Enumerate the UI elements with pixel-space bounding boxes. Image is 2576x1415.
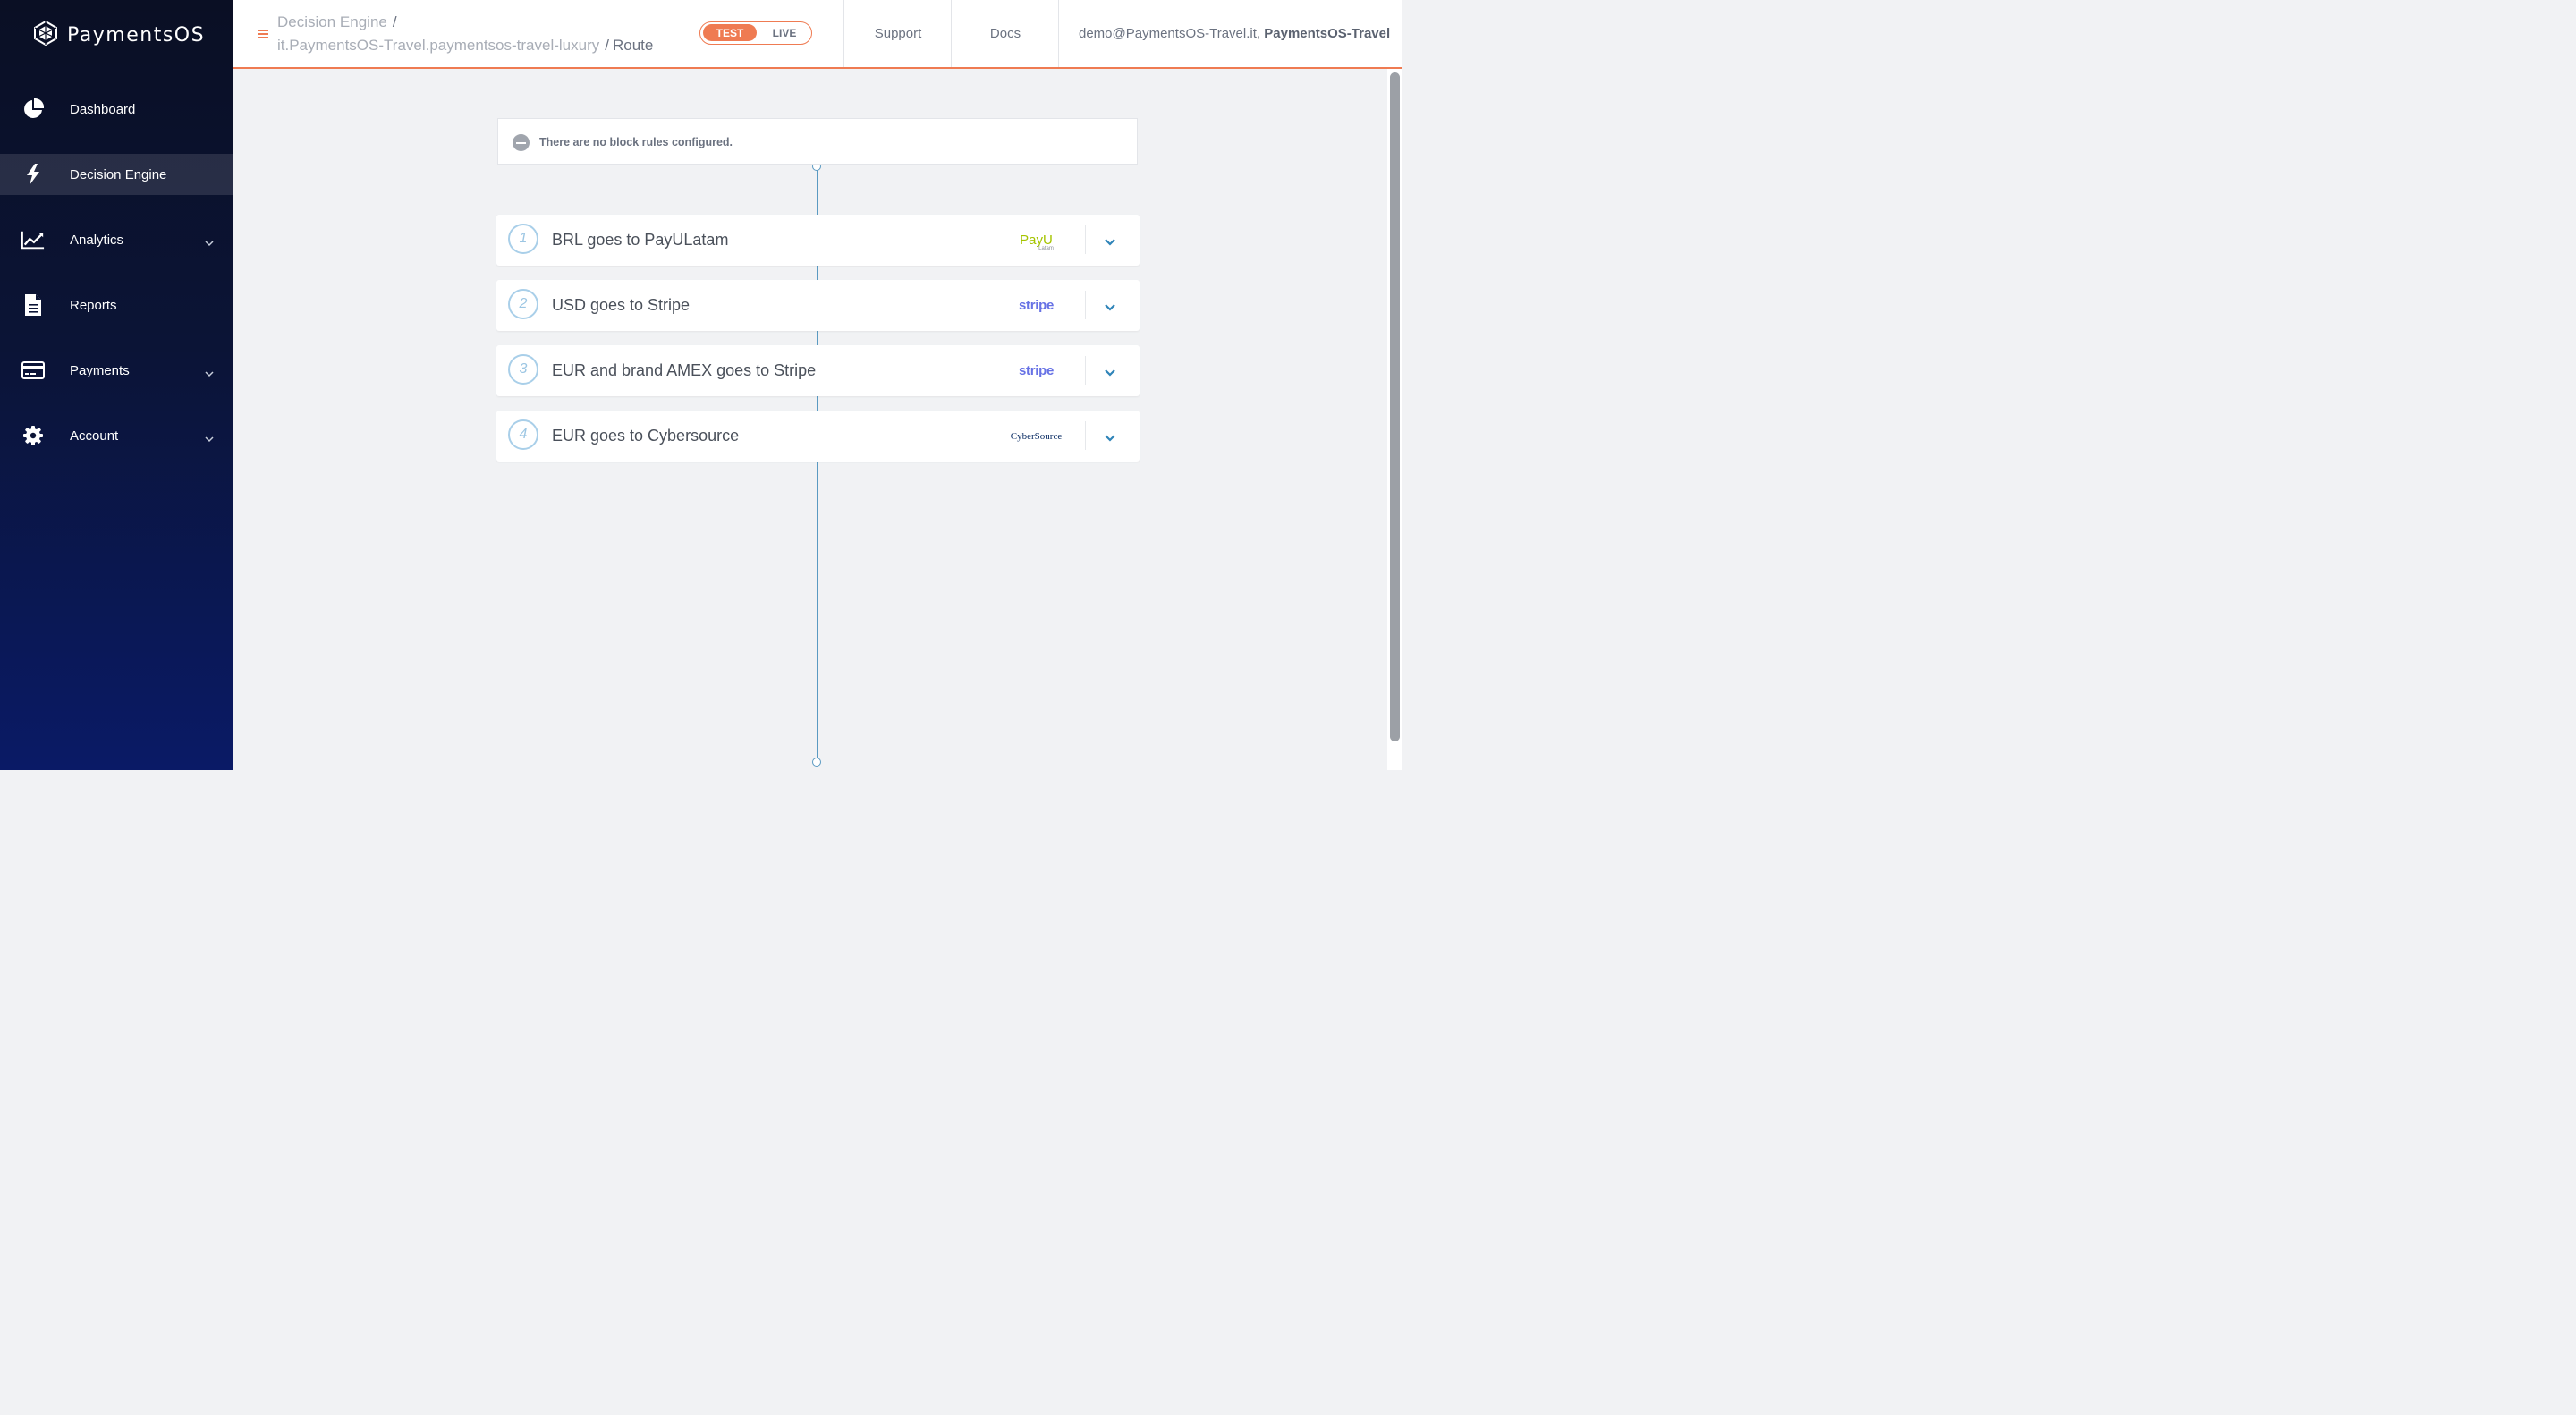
rule-number: 3 bbox=[508, 354, 538, 385]
rule-number: 1 bbox=[508, 224, 538, 254]
logo-icon bbox=[33, 20, 58, 50]
rule-title: USD goes to Stripe bbox=[552, 296, 691, 314]
chevron-down-icon[interactable] bbox=[1104, 431, 1116, 442]
rule-number: 2 bbox=[508, 289, 538, 319]
breadcrumb-line-2: it.PaymentsOS-Travel.paymentsos-travel-l… bbox=[277, 37, 653, 55]
divider bbox=[1085, 225, 1086, 254]
block-rules-panel: There are no block rules configured. bbox=[497, 118, 1138, 165]
sidebar-item-dashboard[interactable]: Dashboard bbox=[0, 89, 233, 130]
provider-logo-stripe: stripe bbox=[987, 280, 1085, 331]
document-icon bbox=[21, 293, 45, 317]
sidebar-item-label: Account bbox=[70, 428, 119, 444]
route-rule-card[interactable]: 2 USD goes to Stripe stripe bbox=[496, 280, 1140, 331]
pie-chart-icon bbox=[21, 97, 45, 121]
divider bbox=[1085, 356, 1086, 385]
support-link[interactable]: Support bbox=[843, 0, 952, 67]
breadcrumb-current: Route bbox=[613, 37, 654, 54]
gear-icon bbox=[21, 424, 45, 447]
sidebar-item-label: Dashboard bbox=[70, 101, 136, 117]
sidebar-item-label: Decision Engine bbox=[70, 166, 167, 182]
breadcrumb-separator: / bbox=[605, 37, 609, 54]
route-canvas: There are no block rules configured. 1 B… bbox=[233, 69, 1402, 770]
sidebar-item-label: Payments bbox=[70, 362, 130, 378]
rule-title: EUR goes to Cybersource bbox=[552, 427, 740, 445]
divider bbox=[1085, 291, 1086, 319]
logo[interactable]: PaymentsOS bbox=[33, 20, 206, 50]
route-node-bottom bbox=[812, 758, 821, 767]
minus-circle-icon bbox=[513, 134, 530, 151]
route-rule-card[interactable]: 3 EUR and brand AMEX goes to Stripe stri… bbox=[496, 345, 1140, 396]
chevron-down-icon bbox=[205, 431, 214, 443]
sidebar-item-label: Analytics bbox=[70, 232, 124, 248]
chevron-down-icon bbox=[205, 366, 214, 377]
provider-name: stripe bbox=[1018, 298, 1055, 313]
block-rules-message: There are no block rules configured. bbox=[539, 136, 733, 148]
docs-link[interactable]: Docs bbox=[951, 0, 1059, 67]
rule-title: EUR and brand AMEX goes to Stripe bbox=[552, 361, 817, 379]
app-root: PaymentsOS Dashboard Decision Engine Ana… bbox=[0, 0, 1402, 770]
route-rule-card[interactable]: 4 EUR goes to Cybersource CyberSource bbox=[496, 411, 1140, 462]
sidebar-item-label: Reports bbox=[70, 297, 117, 313]
breadcrumb-decision-engine[interactable]: Decision Engine bbox=[277, 13, 387, 30]
provider-logo-cybersource: CyberSource bbox=[987, 411, 1085, 462]
sidebar: PaymentsOS Dashboard Decision Engine Ana… bbox=[0, 0, 233, 770]
chevron-down-icon bbox=[205, 235, 214, 247]
chevron-down-icon[interactable] bbox=[1104, 301, 1116, 311]
sidebar-item-decision-engine[interactable]: Decision Engine bbox=[0, 154, 233, 195]
user-org: PaymentsOS-Travel bbox=[1264, 26, 1391, 41]
sidebar-item-analytics[interactable]: Analytics bbox=[0, 219, 233, 260]
scrollbar-thumb[interactable] bbox=[1390, 72, 1400, 741]
hamburger-menu-icon[interactable] bbox=[258, 28, 268, 38]
chevron-down-icon[interactable] bbox=[1104, 366, 1116, 377]
env-test-option[interactable]: TEST bbox=[703, 24, 757, 41]
logo-text: PaymentsOS bbox=[67, 23, 206, 47]
chevron-down-icon[interactable] bbox=[1104, 235, 1116, 246]
user-email: demo@PaymentsOS-Travel.it, bbox=[1079, 26, 1261, 41]
breadcrumb: Decision Engine / bbox=[277, 13, 401, 31]
lightning-icon bbox=[21, 163, 45, 186]
sidebar-item-account[interactable]: Account bbox=[0, 415, 233, 456]
rule-title: BRL goes to PayULatam bbox=[552, 231, 729, 249]
top-header: Decision Engine / it.PaymentsOS-Travel.pa… bbox=[233, 0, 1402, 69]
provider-sub: Latam bbox=[1038, 246, 1054, 251]
provider-name: CyberSource bbox=[1010, 430, 1063, 442]
credit-card-icon bbox=[21, 359, 45, 382]
sidebar-item-reports[interactable]: Reports bbox=[0, 284, 233, 326]
rule-number: 4 bbox=[508, 419, 538, 450]
sidebar-item-payments[interactable]: Payments bbox=[0, 350, 233, 391]
line-chart-icon bbox=[21, 228, 45, 251]
route-rule-card[interactable]: 1 BRL goes to PayULatam PayU Latam bbox=[496, 215, 1140, 266]
env-live-option[interactable]: LIVE bbox=[759, 24, 809, 41]
provider-logo-stripe: stripe bbox=[987, 345, 1085, 396]
divider bbox=[1085, 421, 1086, 450]
environment-toggle[interactable]: TEST LIVE bbox=[699, 21, 812, 45]
breadcrumb-account[interactable]: it.PaymentsOS-Travel.paymentsos-travel-l… bbox=[277, 37, 599, 54]
provider-name: stripe bbox=[1018, 363, 1055, 378]
breadcrumb-separator: / bbox=[392, 13, 397, 30]
user-menu[interactable]: demo@PaymentsOS-Travel.it, PaymentsOS-Tr… bbox=[1058, 0, 1402, 67]
provider-logo-payu: PayU Latam bbox=[987, 215, 1085, 266]
